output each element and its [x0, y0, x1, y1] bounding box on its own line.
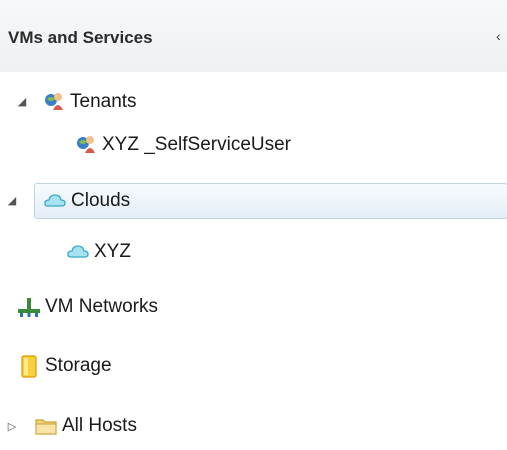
tree-item-clouds[interactable]: Clouds — [34, 183, 507, 219]
tree-item-tenant-user[interactable]: XYZ _SelfServiceUser — [74, 128, 291, 162]
tenants-expander[interactable]: ◢ — [15, 95, 29, 108]
storage-icon — [17, 354, 41, 378]
tree-item-cloud-xyz[interactable]: XYZ — [66, 235, 131, 269]
tree-item-label: VM Networks — [45, 296, 158, 317]
tree-item-label: XYZ — [94, 241, 131, 262]
all-hosts-expander[interactable]: ▷ — [5, 420, 19, 433]
cloud-icon — [66, 240, 90, 264]
cloud-icon — [43, 189, 67, 213]
tree-item-tenants[interactable]: Tenants — [42, 85, 137, 119]
collapse-panel-button[interactable]: ‹ — [496, 26, 507, 46]
tree-item-storage[interactable]: Storage — [17, 349, 112, 383]
tree-item-label: XYZ _SelfServiceUser — [102, 134, 292, 155]
tree-item-label: All Hosts — [62, 415, 137, 436]
folder-icon — [34, 414, 58, 438]
clouds-expander[interactable]: ◢ — [5, 194, 19, 207]
tenant-icon — [74, 133, 98, 157]
tree-item-label: Storage — [45, 355, 112, 376]
panel-title: VMs and Services — [8, 28, 153, 47]
tree-item-vm-networks[interactable]: VM Networks — [17, 290, 158, 324]
tree-item-label: Clouds — [71, 190, 131, 211]
tree-item-label: Tenants — [70, 91, 137, 112]
network-icon — [17, 295, 41, 319]
panel-header: VMs and Services ‹ — [0, 0, 507, 72]
tenant-icon — [42, 90, 66, 114]
tree-item-all-hosts[interactable]: All Hosts — [34, 409, 137, 443]
